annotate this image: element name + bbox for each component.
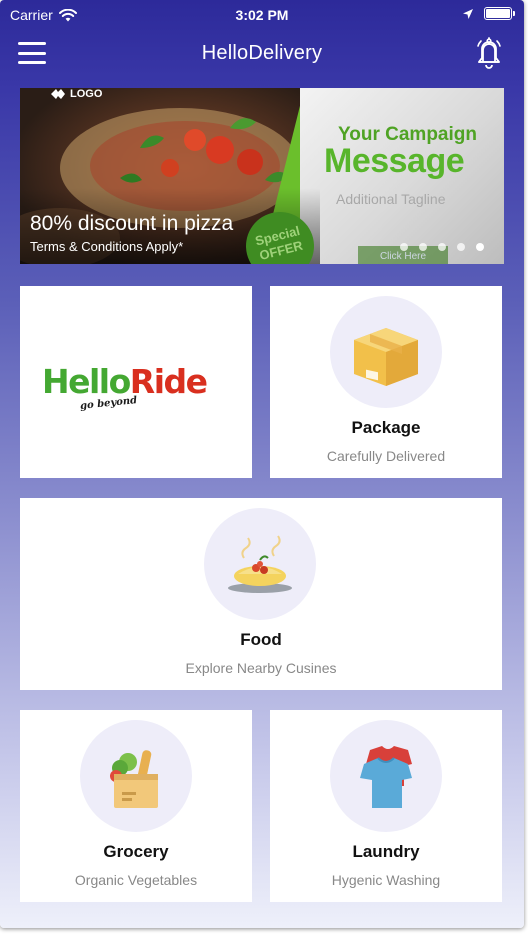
helloride-brand-part2: Ride [129, 362, 208, 401]
battery-level [486, 9, 510, 18]
app-title: HelloDelivery [201, 42, 323, 64]
helloride-brand-part1: Hello [42, 362, 131, 401]
package-subtitle: Carefully Delivered [326, 448, 446, 464]
grocery-icon-circle [80, 720, 192, 832]
helloride-wordmark: HelloRide [42, 362, 208, 401]
helloride-logo: HelloRide go beyond [42, 362, 232, 414]
status-right [462, 7, 515, 20]
carousel-dot[interactable] [438, 243, 446, 251]
banner-logo: LOGO [50, 88, 102, 100]
package-icon-circle [330, 296, 442, 408]
grocery-title: Grocery [103, 842, 169, 861]
food-icon-circle [204, 508, 316, 620]
bell-icon[interactable] [474, 36, 504, 70]
laundry-clothes-icon [360, 746, 412, 808]
helloride-card[interactable]: HelloRide go beyond [20, 286, 252, 478]
food-title: Food [240, 630, 282, 649]
package-title: Package [351, 418, 421, 437]
clock-time: 3:02 PM [235, 7, 289, 23]
package-card[interactable]: Package Carefully Delivered [270, 286, 502, 478]
package-box-icon [354, 328, 418, 386]
banner-logo-label: LOGO [70, 88, 103, 100]
grocery-subtitle: Organic Vegetables [74, 872, 198, 888]
logo-mark-icon [51, 89, 65, 99]
laundry-title: Laundry [352, 842, 420, 861]
food-plate-icon [228, 535, 292, 593]
carousel-dot[interactable] [400, 243, 408, 251]
grocery-card[interactable]: Grocery Organic Vegetables [20, 710, 252, 902]
carousel-dot[interactable] [419, 243, 427, 251]
status-bar: Carrier 3:02 PM [0, 0, 524, 30]
nav-bar: HelloDelivery [0, 30, 524, 78]
banner-caption: 80% discount in pizza [30, 212, 234, 235]
laundry-icon-circle [330, 720, 442, 832]
campaign-line-2: Message [324, 142, 465, 180]
food-card[interactable]: Food Explore Nearby Cusines [20, 498, 502, 690]
campaign-tagline: Additional Tagline [336, 191, 446, 207]
laundry-card[interactable]: Laundry Hygenic Washing [270, 710, 502, 902]
food-subtitle: Explore Nearby Cusines [185, 660, 337, 676]
carousel-dot[interactable] [476, 243, 484, 251]
grocery-bag-icon [110, 750, 158, 808]
carousel-dots [400, 243, 484, 251]
battery-icon [484, 7, 515, 20]
banner-subcaption: Terms & Conditions Apply* [30, 239, 184, 254]
carousel-dot[interactable] [457, 243, 465, 251]
app-screen: Carrier 3:02 PM HelloDelivery LOGO Your … [0, 0, 524, 928]
laundry-subtitle: Hygenic Washing [331, 872, 441, 888]
location-arrow-icon [463, 8, 473, 19]
promo-banner[interactable]: LOGO Your Campaign Message Additional Ta… [20, 88, 504, 264]
